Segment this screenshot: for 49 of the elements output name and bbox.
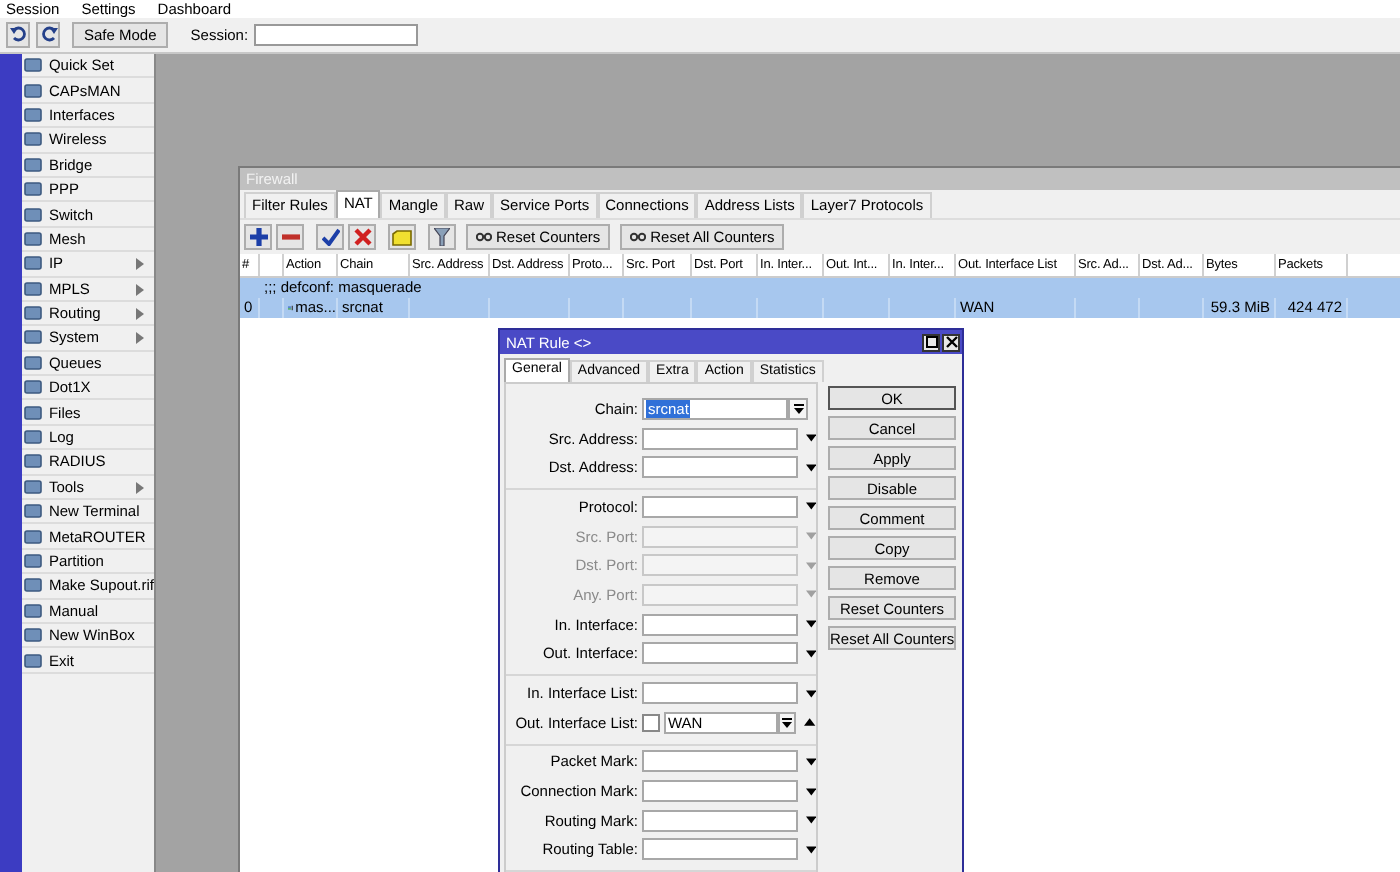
input-field[interactable] xyxy=(642,750,798,773)
dropdown-arrow-icon xyxy=(793,403,803,414)
counter-icon xyxy=(476,232,492,242)
dropdown-button[interactable] xyxy=(788,397,808,420)
input-field[interactable] xyxy=(642,838,798,861)
checkbox[interactable] xyxy=(642,713,660,732)
dropdown-arrow-icon xyxy=(782,717,793,728)
input-field[interactable] xyxy=(642,583,798,606)
redo-button[interactable] xyxy=(36,22,60,48)
comment-button[interactable] xyxy=(388,224,416,250)
input-field[interactable] xyxy=(642,682,798,705)
input-field[interactable] xyxy=(642,554,798,577)
dropdown-arrow-icon[interactable] xyxy=(805,649,816,658)
action-icon xyxy=(288,302,294,314)
plus-icon xyxy=(249,228,267,246)
input-field[interactable] xyxy=(642,809,798,832)
dropdown-arrow-icon[interactable] xyxy=(805,787,816,796)
filter-button[interactable] xyxy=(428,224,456,250)
dropdown-arrow-icon[interactable] xyxy=(805,689,816,698)
checkmark-icon xyxy=(321,228,339,246)
input-field[interactable] xyxy=(642,642,798,665)
cross-icon xyxy=(353,228,371,246)
maximize-button[interactable] xyxy=(922,333,940,351)
dropdown-arrow-icon[interactable] xyxy=(805,757,816,766)
enable-button[interactable] xyxy=(316,224,344,250)
input-field[interactable] xyxy=(642,427,798,450)
input-field[interactable] xyxy=(642,495,798,518)
session-field[interactable] xyxy=(254,24,419,46)
input-field[interactable] xyxy=(642,780,798,803)
filter-icon xyxy=(434,228,450,246)
undo-button[interactable] xyxy=(6,22,30,48)
counter-icon xyxy=(630,232,647,242)
input-field[interactable] xyxy=(642,525,798,548)
close-button[interactable] xyxy=(942,333,960,351)
dropdown-arrow-icon[interactable] xyxy=(805,816,816,825)
add-button[interactable] xyxy=(244,224,272,250)
dropdown-arrow-icon[interactable] xyxy=(805,620,816,629)
disable-button[interactable] xyxy=(348,224,376,250)
dropdown-button[interactable] xyxy=(777,711,797,734)
input-field[interactable] xyxy=(642,613,798,636)
dropdown-arrow-icon[interactable] xyxy=(805,845,816,854)
input-field[interactable] xyxy=(642,456,798,479)
dropdown-arrow-icon[interactable] xyxy=(805,502,816,511)
dropdown-arrow-icon[interactable] xyxy=(805,463,816,472)
note-icon xyxy=(392,229,412,245)
minus-icon xyxy=(281,228,299,246)
remove-button[interactable] xyxy=(276,224,304,250)
up-arrow-icon[interactable] xyxy=(804,718,816,727)
dropdown-arrow-icon[interactable] xyxy=(805,434,816,443)
